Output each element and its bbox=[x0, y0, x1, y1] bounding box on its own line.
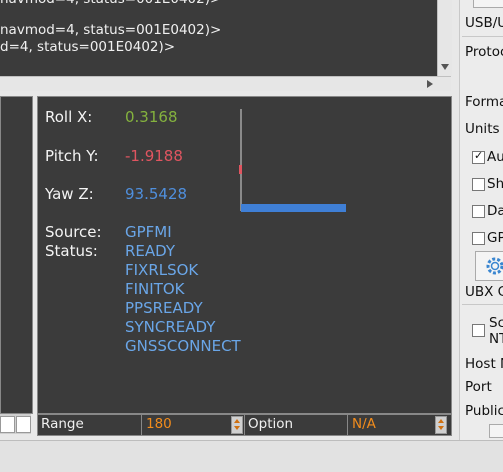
pitch-bar bbox=[239, 165, 242, 174]
units-label: Units bbox=[465, 121, 500, 137]
host-label: Host N bbox=[465, 356, 503, 372]
sh-checkbox[interactable] bbox=[472, 178, 485, 191]
sh-label: Sh bbox=[487, 176, 503, 192]
gp-label: GP bbox=[487, 230, 503, 246]
bottom-button[interactable] bbox=[489, 424, 503, 438]
protocol-label: Protoc bbox=[465, 44, 503, 60]
yaw-label: Yaw Z: bbox=[45, 185, 94, 203]
spin-down-icon bbox=[438, 426, 444, 430]
range-spinner[interactable] bbox=[231, 416, 243, 434]
port-label: Port bbox=[465, 379, 492, 395]
source-label: Source: bbox=[45, 223, 102, 241]
source-value: GPFMI bbox=[125, 223, 172, 241]
console-vertical-scrollbar[interactable] bbox=[437, 0, 452, 76]
gp-checkbox[interactable] bbox=[472, 232, 485, 245]
auto-checkbox[interactable]: ✓ bbox=[472, 149, 485, 164]
top-button[interactable] bbox=[473, 0, 503, 8]
spin-up-icon bbox=[438, 419, 444, 423]
left-field[interactable] bbox=[0, 416, 15, 433]
option-label: Option bbox=[248, 416, 294, 432]
scroll-down-icon[interactable] bbox=[441, 64, 449, 70]
ntp-label-2: NT bbox=[489, 331, 503, 347]
console-horizontal-scrollbar[interactable] bbox=[0, 76, 451, 91]
pitch-value: -1.9188 bbox=[125, 147, 183, 165]
option-value[interactable]: N/A bbox=[352, 416, 376, 432]
left-panel-controls bbox=[0, 414, 31, 434]
ubx-config-button[interactable] bbox=[475, 251, 503, 281]
ntp-label-1: Sc bbox=[489, 315, 503, 331]
console-line: d=4, status=001E0402)> bbox=[0, 39, 176, 55]
status-gnssconnect: GNSSCONNECT bbox=[125, 337, 241, 355]
control-bar: Range 180 Option N/A bbox=[37, 414, 452, 436]
console-log: navmod=4, status=001E0402)> navmod=4, st… bbox=[0, 0, 437, 76]
settings-column: USB/U Protoc Forma Units ✓ Au Sh Da GP U… bbox=[459, 0, 503, 440]
range-value[interactable]: 180 bbox=[146, 416, 172, 432]
yaw-value: 93.5428 bbox=[125, 185, 188, 203]
left-panel bbox=[0, 96, 33, 414]
option-spinner[interactable] bbox=[435, 416, 447, 434]
attitude-indicator bbox=[239, 109, 346, 212]
roll-value: 0.3168 bbox=[125, 108, 178, 126]
console-line: navmod=4, status=001E0402)> bbox=[0, 22, 222, 38]
status-ready: READY bbox=[125, 242, 176, 260]
yaw-bar bbox=[241, 204, 346, 212]
ntp-checkbox[interactable] bbox=[472, 324, 485, 337]
usb-label: USB/U bbox=[465, 15, 503, 31]
public-label: Public bbox=[465, 403, 503, 419]
auto-label: Au bbox=[487, 149, 503, 165]
pitch-label: Pitch Y: bbox=[45, 147, 99, 165]
spin-down-icon bbox=[234, 426, 240, 430]
check-icon: ✓ bbox=[474, 149, 484, 162]
da-label: Da bbox=[487, 203, 503, 219]
console-line: navmod=4, status=001E0402)> bbox=[0, 0, 221, 7]
left-field[interactable] bbox=[16, 416, 31, 433]
da-checkbox[interactable] bbox=[472, 205, 485, 218]
status-bar bbox=[0, 440, 503, 472]
ubx-config-label: UBX C bbox=[465, 284, 503, 300]
status-fixrlsok: FIXRLSOK bbox=[125, 261, 199, 279]
status-ppsready: PPSREADY bbox=[125, 299, 203, 317]
scroll-right-icon[interactable] bbox=[427, 80, 433, 88]
gear-icon bbox=[486, 257, 503, 275]
format-label: Forma bbox=[465, 94, 503, 110]
range-label: Range bbox=[41, 416, 84, 432]
status-syncready: SYNCREADY bbox=[125, 318, 216, 336]
attitude-panel: Roll X: 0.3168 Pitch Y: -1.9188 Yaw Z: 9… bbox=[37, 96, 452, 414]
roll-label: Roll X: bbox=[45, 108, 93, 126]
spin-up-icon bbox=[234, 419, 240, 423]
status-label: Status: bbox=[45, 242, 98, 260]
status-finitok: FINITOK bbox=[125, 280, 185, 298]
